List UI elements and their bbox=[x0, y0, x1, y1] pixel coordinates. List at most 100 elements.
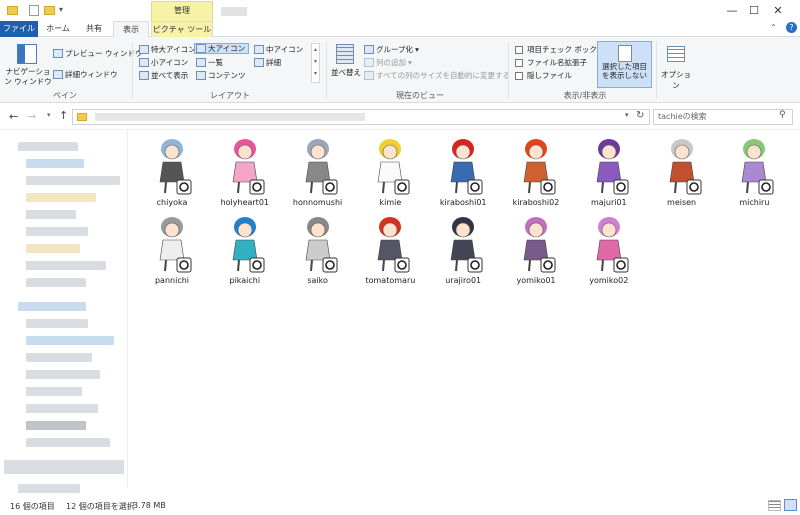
file-item[interactable]: honnomushi bbox=[282, 136, 354, 216]
address-dropdown-icon[interactable]: ▾ bbox=[625, 111, 629, 119]
separator bbox=[326, 41, 327, 99]
breadcrumb-blurred bbox=[95, 113, 365, 121]
title-bar: ▾ 管理 — ☐ ✕ bbox=[0, 0, 800, 22]
file-item[interactable]: kiraboshi02 bbox=[500, 136, 572, 216]
file-item[interactable]: pikaichi bbox=[209, 214, 281, 294]
checkbox[interactable] bbox=[515, 58, 523, 67]
quick-access-dropdown-icon[interactable]: ▾ bbox=[59, 5, 63, 14]
window-title-blurred bbox=[221, 7, 247, 16]
nav-item[interactable] bbox=[26, 387, 82, 396]
file-extensions-toggle[interactable]: ファイル名拡張子 bbox=[515, 57, 587, 68]
search-input[interactable]: tachieの検索 bbox=[653, 109, 793, 125]
details-pane-button[interactable]: 詳細ウィンドウ bbox=[53, 69, 118, 80]
layout-content[interactable]: コンテンツ bbox=[196, 70, 246, 81]
separator bbox=[132, 41, 133, 99]
separator bbox=[656, 41, 657, 99]
tab-file[interactable]: ファイル bbox=[0, 21, 38, 37]
forward-arrow-icon[interactable]: → bbox=[27, 110, 36, 123]
file-item[interactable]: pannichi bbox=[136, 214, 208, 294]
tab-view[interactable]: 表示 bbox=[113, 21, 149, 37]
ribbon: ナビゲーション ウィンドウ プレビュー ウィンドウ 詳細ウィンドウ ペイン 特大… bbox=[0, 37, 800, 103]
layout-tiles[interactable]: 並べて表示 bbox=[139, 70, 188, 81]
nav-item[interactable] bbox=[26, 227, 88, 236]
layout-small[interactable]: 小アイコン bbox=[139, 57, 188, 68]
large-icons-icon bbox=[196, 44, 206, 53]
details-icon bbox=[254, 58, 264, 67]
help-icon[interactable]: ? bbox=[786, 22, 797, 33]
item-checkboxes-toggle[interactable]: 項目チェック ボックス bbox=[515, 44, 604, 55]
file-item[interactable]: kimie bbox=[354, 136, 426, 216]
preview-pane-label: プレビュー ウィンドウ bbox=[65, 49, 143, 58]
checkbox[interactable] bbox=[515, 71, 523, 80]
nav-item[interactable] bbox=[26, 176, 120, 185]
size-all-columns-button[interactable]: すべての列のサイズを自動的に変更する bbox=[364, 70, 510, 81]
refresh-icon[interactable]: ↻ bbox=[636, 110, 644, 121]
preview-pane-button[interactable]: プレビュー ウィンドウ bbox=[53, 48, 142, 59]
hide-selected-button[interactable]: 選択した項目を表示しない bbox=[597, 41, 652, 88]
nav-item[interactable] bbox=[26, 404, 98, 413]
layout-list[interactable]: 一覧 bbox=[196, 57, 223, 68]
context-tab-manage[interactable]: 管理 bbox=[151, 1, 213, 21]
nav-item[interactable] bbox=[26, 193, 96, 202]
nav-item[interactable] bbox=[18, 302, 86, 311]
nav-item[interactable] bbox=[26, 278, 86, 287]
file-name: holyheart01 bbox=[220, 198, 269, 207]
file-item[interactable]: urajiro01 bbox=[427, 214, 499, 294]
file-item[interactable]: michiru bbox=[718, 136, 790, 216]
nav-item[interactable] bbox=[26, 336, 114, 345]
layout-medium[interactable]: 中アイコン bbox=[254, 44, 303, 55]
back-arrow-icon[interactable]: ← bbox=[9, 110, 18, 123]
character-thumbnail-icon bbox=[669, 139, 702, 195]
layout-large[interactable]: 大アイコン bbox=[194, 43, 250, 54]
recent-chevron-icon[interactable]: ▾ bbox=[47, 111, 51, 119]
nav-item[interactable] bbox=[18, 484, 80, 493]
nav-item[interactable] bbox=[26, 421, 86, 430]
large-icons-view-icon[interactable] bbox=[784, 499, 797, 511]
options-button[interactable]: オプション bbox=[658, 69, 694, 91]
up-arrow-icon[interactable]: ↑ bbox=[59, 109, 68, 122]
file-item[interactable]: majuri01 bbox=[573, 136, 645, 216]
tab-picture-tools[interactable]: ピクチャ ツール bbox=[151, 21, 213, 37]
file-item[interactable]: chiyoka bbox=[136, 136, 208, 216]
layout-extra-large[interactable]: 特大アイコン bbox=[139, 44, 196, 55]
nav-item[interactable] bbox=[26, 261, 106, 270]
search-icon[interactable]: ⚲ bbox=[779, 110, 786, 120]
nav-pane-button[interactable]: ナビゲーション ウィンドウ bbox=[3, 67, 53, 87]
layout-details[interactable]: 詳細 bbox=[254, 57, 281, 68]
nav-item[interactable] bbox=[26, 244, 80, 253]
file-item[interactable]: meisen bbox=[646, 136, 718, 216]
hide-selected-icon bbox=[617, 45, 632, 62]
nav-item[interactable] bbox=[4, 460, 124, 474]
file-item[interactable]: saiko bbox=[282, 214, 354, 294]
tab-share[interactable]: 共有 bbox=[78, 21, 110, 37]
file-item[interactable]: yomiko02 bbox=[573, 214, 645, 294]
nav-item[interactable] bbox=[26, 370, 100, 379]
file-item[interactable]: holyheart01 bbox=[209, 136, 281, 216]
properties-icon[interactable] bbox=[29, 5, 39, 16]
add-columns-button[interactable]: 列の追加 ▾ bbox=[364, 57, 412, 68]
group-by-button[interactable]: グループ化 ▾ bbox=[364, 44, 419, 55]
file-name: meisen bbox=[667, 198, 697, 207]
new-folder-icon[interactable] bbox=[44, 6, 55, 15]
hidden-items-toggle[interactable]: 隠しファイル bbox=[515, 70, 572, 81]
nav-item[interactable] bbox=[26, 438, 110, 447]
address-bar[interactable]: ▾ ↻ bbox=[72, 109, 650, 125]
nav-item[interactable] bbox=[18, 142, 78, 151]
nav-item[interactable] bbox=[26, 159, 84, 168]
file-item[interactable]: yomiko01 bbox=[500, 214, 572, 294]
details-view-icon[interactable] bbox=[768, 500, 781, 511]
file-name: majuri01 bbox=[590, 198, 627, 207]
nav-item[interactable] bbox=[26, 319, 88, 328]
collapse-ribbon-icon[interactable]: ⌃ bbox=[770, 23, 777, 32]
file-item[interactable]: kiraboshi01 bbox=[427, 136, 499, 216]
tab-home[interactable]: ホーム bbox=[40, 21, 76, 37]
nav-item[interactable] bbox=[26, 353, 92, 362]
pane-group-label: ペイン bbox=[53, 91, 77, 100]
checkbox[interactable] bbox=[515, 45, 523, 54]
close-button[interactable]: ✕ bbox=[756, 0, 800, 22]
sort-button[interactable]: 並べ替え bbox=[330, 67, 362, 78]
character-thumbnail-icon bbox=[159, 217, 192, 273]
file-item[interactable]: tomatomaru bbox=[354, 214, 426, 294]
nav-item[interactable] bbox=[26, 210, 76, 219]
layout-scroll[interactable]: ▴ ▾ ▾ bbox=[311, 43, 320, 83]
